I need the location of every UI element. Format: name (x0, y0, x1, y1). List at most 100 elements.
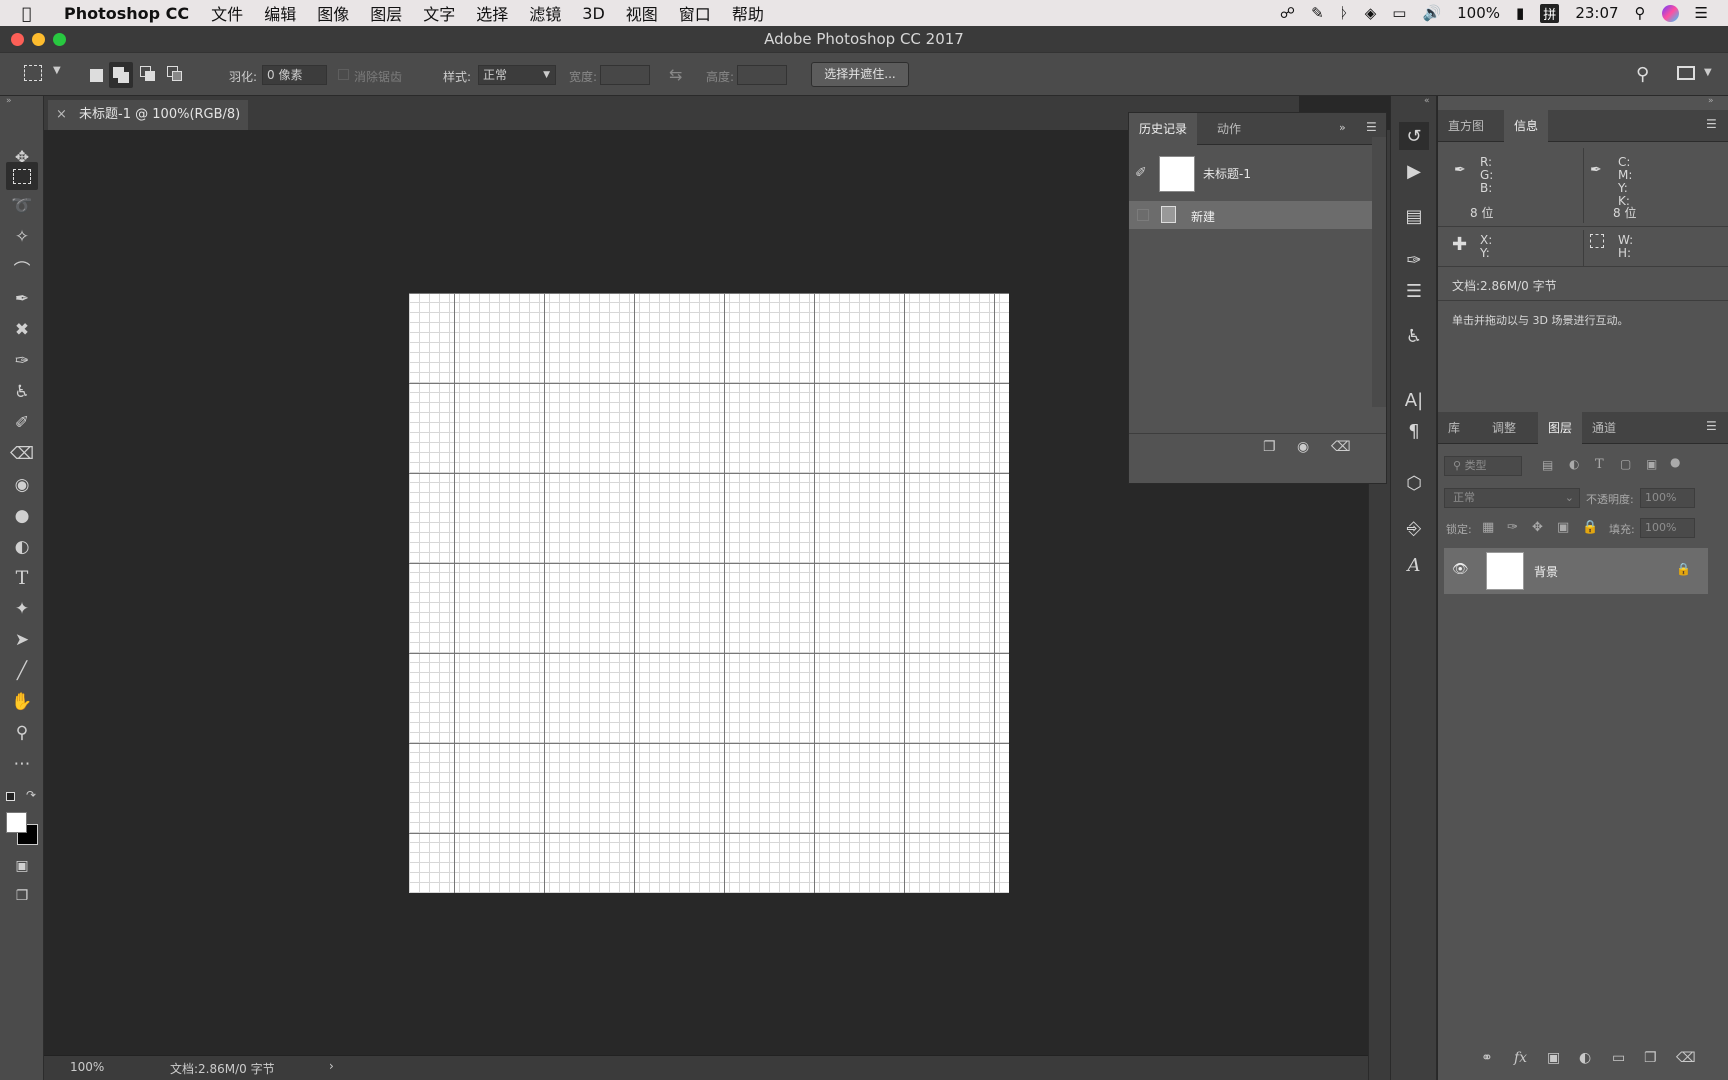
tab-info[interactable]: 信息 (1504, 110, 1549, 142)
history-brush-tool-icon[interactable]: ✐ (6, 409, 38, 437)
menu-window[interactable]: 窗口 (679, 1, 711, 25)
workspace-icon[interactable] (1677, 66, 1695, 80)
lock-position-icon[interactable]: ✥ (1532, 520, 1543, 535)
chevron-down-icon[interactable]: ▼ (53, 65, 61, 76)
history-scrollbar[interactable] (1372, 137, 1386, 407)
document-tab[interactable]: × 未标题-1 @ 100%(RGB/8) (48, 100, 248, 130)
panel-menu-icon[interactable]: ☰ (1366, 120, 1377, 134)
spotlight-search-icon[interactable]: ⚲ (1635, 4, 1646, 22)
tab-histogram[interactable]: 直方图 (1438, 110, 1494, 142)
zoom-window-button[interactable] (53, 33, 66, 46)
creative-cloud-icon[interactable]: ☍ (1280, 4, 1295, 22)
airplay-icon[interactable]: ▭ (1392, 4, 1406, 22)
menu-file[interactable]: 文件 (211, 1, 243, 25)
filter-adjustment-icon[interactable]: ◐ (1569, 457, 1579, 471)
filter-toggle-icon[interactable]: ● (1670, 455, 1680, 469)
swap-dimensions-icon[interactable]: ⇆ (669, 65, 682, 84)
clone-stamp-tool-icon[interactable]: ♿ (6, 378, 38, 406)
brushes-panel-icon[interactable]: ✑ (1399, 246, 1429, 274)
lock-artboard-icon[interactable]: ▣ (1557, 520, 1569, 535)
menu-layer[interactable]: 图层 (370, 1, 402, 25)
line-tool-icon[interactable]: ╱ (6, 657, 38, 685)
add-mask-icon[interactable]: ▣ (1547, 1050, 1560, 1066)
zoom-level[interactable]: 100% (70, 1060, 104, 1074)
apple-menu-icon[interactable]:  (22, 4, 42, 23)
new-selection-icon[interactable] (90, 69, 103, 82)
crop-tool-icon[interactable]: ⌒ (6, 254, 38, 282)
input-method-icon[interactable]: ✎ (1311, 4, 1324, 22)
menu-type[interactable]: 文字 (423, 1, 455, 25)
history-panel-icon[interactable]: ↺ (1399, 122, 1429, 150)
status-menu-arrow-icon[interactable]: › (329, 1059, 334, 1073)
new-layer-icon[interactable]: ❐ (1644, 1050, 1657, 1066)
filter-pixel-icon[interactable]: ▤ (1542, 458, 1553, 472)
clone-source-icon[interactable]: ♿ (1399, 322, 1429, 350)
width-input[interactable] (600, 65, 650, 85)
paint-bucket-tool-icon[interactable]: ◉ (6, 471, 38, 499)
brush-tool-icon[interactable]: ✑ (6, 347, 38, 375)
quick-mask-icon[interactable]: ▣ (6, 852, 38, 880)
3d-panel-icon[interactable]: ⬡ (1399, 469, 1429, 497)
layer-style-fx-icon[interactable]: fx (1514, 1050, 1527, 1066)
link-layers-icon[interactable]: ⚭ (1481, 1050, 1493, 1066)
delete-layer-trash-icon[interactable]: ⌫ (1676, 1050, 1696, 1066)
info-panel-menu-icon[interactable]: ☰ (1706, 117, 1717, 131)
eraser-tool-icon[interactable]: ⌫ (6, 440, 38, 468)
add-to-selection-icon[interactable] (109, 62, 133, 88)
eyedropper-tool-icon[interactable]: ✒ (6, 285, 38, 313)
layer-filter-select[interactable]: ⚲ 类型 (1444, 456, 1522, 476)
layers-panel-menu-icon[interactable]: ☰ (1706, 419, 1717, 433)
menu-help[interactable]: 帮助 (732, 1, 764, 25)
wifi-icon[interactable]: ◈ (1365, 4, 1377, 22)
type-tool-icon[interactable]: T (6, 564, 38, 592)
new-adjustment-layer-icon[interactable]: ◐ (1579, 1050, 1591, 1066)
properties-panel-icon[interactable]: ▤ (1399, 202, 1429, 230)
close-window-button[interactable] (11, 33, 24, 46)
subtract-from-selection-icon[interactable] (140, 66, 155, 81)
clock[interactable]: 23:07 (1575, 4, 1618, 22)
filter-smart-object-icon[interactable]: ▣ (1646, 457, 1657, 471)
input-source-icon[interactable]: 拼 (1540, 3, 1560, 23)
menu-edit[interactable]: 编辑 (264, 1, 296, 25)
menu-filter[interactable]: 滤镜 (529, 1, 561, 25)
healing-brush-tool-icon[interactable]: ✖ (6, 316, 38, 344)
rect-marquee-tool-icon[interactable] (6, 162, 38, 190)
camera-snapshot-icon[interactable]: ◉ (1297, 439, 1309, 455)
paths-panel-icon[interactable]: ⎆ (1399, 514, 1429, 542)
history-step[interactable]: 新建 (1129, 201, 1372, 229)
workspace-chevron-icon[interactable]: ▼ (1704, 67, 1712, 78)
collapse-tools-icon[interactable]: » (6, 96, 12, 106)
swap-colors-icon[interactable]: ↷ (26, 788, 36, 802)
new-group-folder-icon[interactable]: ▭ (1612, 1050, 1625, 1066)
layer-name[interactable]: 背景 (1534, 563, 1558, 580)
app-menu[interactable]: Photoshop CC (64, 4, 189, 23)
screen-mode-icon[interactable]: ❐ (6, 882, 38, 910)
zoom-tool-icon[interactable]: ⚲ (6, 719, 38, 747)
search-icon[interactable]: ⚲ (1636, 64, 1649, 85)
filter-type-icon[interactable]: T (1595, 457, 1604, 472)
visibility-eye-icon[interactable]: 👁 (1452, 562, 1469, 577)
history-snapshot[interactable]: ✐ 未标题-1 (1129, 153, 1372, 195)
default-colors-icon[interactable] (6, 792, 15, 801)
feather-input[interactable]: 0 像素 (262, 65, 327, 85)
rgb-eyedropper-icon[interactable]: ✒ (1454, 162, 1466, 178)
document-canvas[interactable] (409, 293, 1009, 893)
menu-view[interactable]: 视图 (626, 1, 658, 25)
menu-image[interactable]: 图像 (317, 1, 349, 25)
new-document-from-state-icon[interactable]: ❐ (1263, 439, 1276, 455)
dodge-tool-icon[interactable]: ◐ (6, 533, 38, 561)
menu-select[interactable]: 选择 (476, 1, 508, 25)
siri-icon[interactable] (1661, 4, 1679, 22)
opacity-input[interactable]: 100% (1640, 488, 1695, 508)
glyphs-panel-icon[interactable]: A (1399, 551, 1429, 579)
actions-panel-icon[interactable]: ▶ (1399, 157, 1429, 185)
tab-actions[interactable]: 动作 (1207, 113, 1251, 145)
collapse-panel-icon[interactable]: » (1339, 121, 1346, 134)
select-and-mask-button[interactable]: 选择并遮住... (811, 62, 909, 87)
fill-input[interactable]: 100% (1640, 518, 1695, 538)
foreground-color-swatch[interactable] (6, 812, 27, 833)
quick-select-tool-icon[interactable]: ✧ (6, 223, 38, 251)
history-step-checkbox[interactable] (1137, 209, 1149, 221)
tab-libraries[interactable]: 库 (1438, 412, 1470, 444)
lock-transparency-icon[interactable]: ▦ (1482, 520, 1494, 535)
